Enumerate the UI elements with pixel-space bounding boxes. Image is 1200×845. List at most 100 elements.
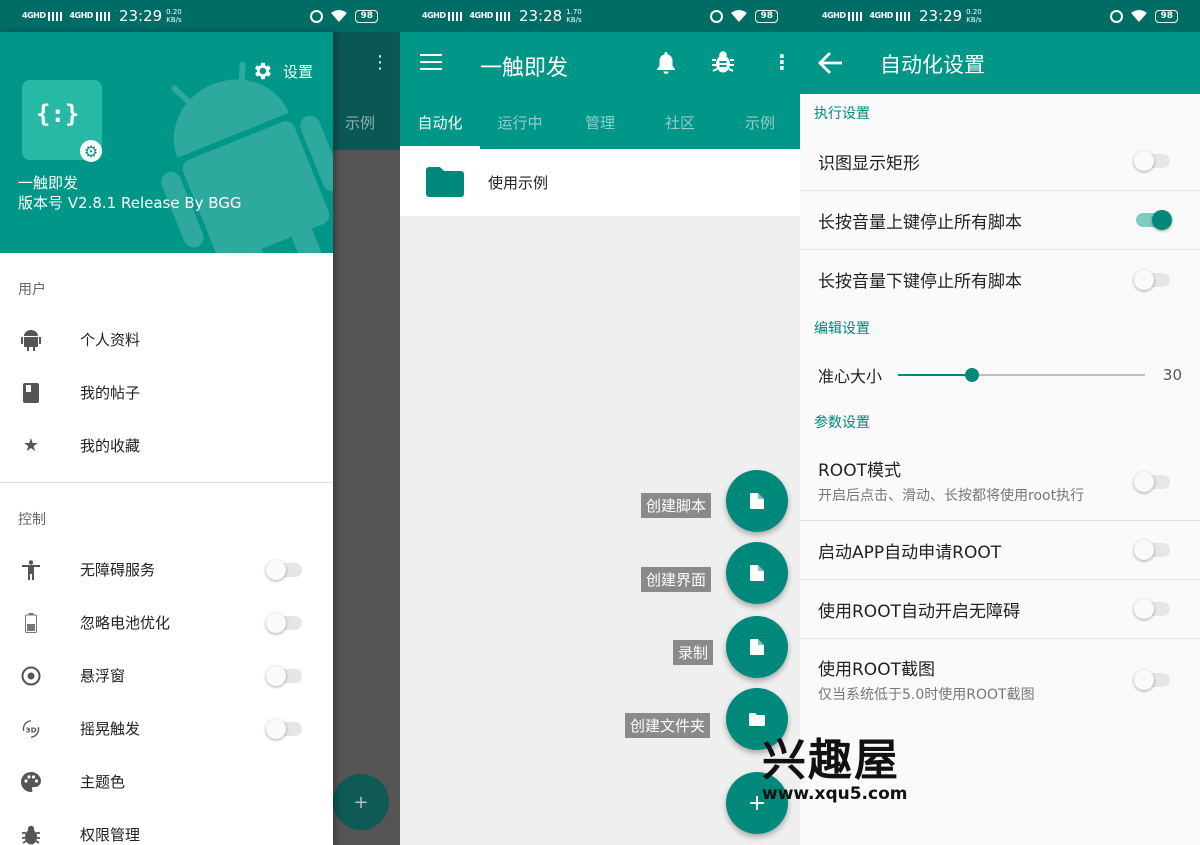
battery-level: 98 <box>755 9 778 23</box>
signal-icon <box>848 11 864 21</box>
shake-3d-icon: 3D <box>20 718 42 740</box>
watermark-title: 兴趣屋 <box>762 735 900 786</box>
root-screenshot-toggle[interactable] <box>1134 670 1170 690</box>
record-button[interactable] <box>726 616 788 678</box>
drawer-item-label: 个人资料 <box>80 331 141 349</box>
drawer-panel: 4GHD 4GHD 23:29 0.20 KB/s 98 ⋮ 示例 + {:} … <box>0 0 400 845</box>
battery-toggle[interactable] <box>266 612 302 633</box>
wifi-icon <box>1131 10 1148 22</box>
signal-icon <box>95 11 111 21</box>
folder-icon <box>426 167 464 197</box>
section-user-title: 用户 <box>18 282 46 298</box>
setting-show-rect[interactable]: 识图显示矩形 <box>800 132 1200 191</box>
crosshair-size-setting: 准心大小 30 <box>800 347 1200 403</box>
drawer-item-profile[interactable]: 个人资料 <box>0 313 333 366</box>
record-label: 录制 <box>673 640 714 665</box>
status-bar: 4GHD 4GHD 23:28 1.70 KB/s 98 <box>400 0 800 32</box>
drawer-item-battery[interactable]: 忽略电池优化 <box>0 596 333 649</box>
drawer-item-posts[interactable]: 我的帖子 <box>0 366 333 419</box>
automation-panel: 4GHD 4GHD 23:28 1.70 KB/s 98 一触即发 ⋮ 自动化 运… <box>400 0 800 845</box>
setting-auto-request-root[interactable]: 启动APP自动申请ROOT <box>800 521 1200 580</box>
palette-icon <box>20 771 42 793</box>
setting-volume-down-stop[interactable]: 长按音量下键停止所有脚本 <box>800 250 1200 309</box>
signal-icon <box>895 11 911 21</box>
automation-settings-panel: 4GHD 4GHD 23:29 0.20 KB/s 98 自动化设置 执行设置 识… <box>800 0 1200 845</box>
drawer-item-label: 无障碍服务 <box>80 561 156 579</box>
book-icon <box>20 382 42 404</box>
create-ui-button[interactable] <box>726 542 788 604</box>
alarm-icon <box>310 9 324 23</box>
volume-up-stop-toggle[interactable] <box>1136 210 1172 230</box>
create-script-button[interactable] <box>726 470 788 532</box>
more-icon[interactable]: ⋮ <box>772 50 792 74</box>
logo-gear-icon: ⚙ <box>80 140 102 162</box>
signal-label: 4GHD <box>869 11 893 20</box>
slider-thumb[interactable] <box>965 368 980 382</box>
net-speed: 1.70 KB/s <box>566 8 582 24</box>
settings-label: 设置 <box>283 62 314 81</box>
param-section-title: 参数设置 <box>814 415 870 431</box>
drawer-item-label: 忽略电池优化 <box>80 614 171 632</box>
tab-community[interactable]: 社区 <box>640 104 720 149</box>
tab-examples[interactable]: 示例 <box>720 104 800 149</box>
accessibility-toggle[interactable] <box>266 559 302 580</box>
drawer-item-theme[interactable]: 主题色 <box>0 755 333 808</box>
create-folder-label: 创建文件夹 <box>625 713 711 738</box>
setting-root-accessibility[interactable]: 使用ROOT自动开启无障碍 <box>800 580 1200 639</box>
shake-toggle[interactable] <box>266 718 302 739</box>
net-speed: 0.20 KB/s <box>166 8 182 24</box>
bug-icon[interactable] <box>712 50 734 74</box>
gear-icon <box>255 62 271 80</box>
drawer-header: {:} ⚙ 设置 一触即发 版本号 V2.8.1 Release By BGG <box>0 32 333 253</box>
crosshair-slider[interactable] <box>898 368 1145 382</box>
drawer-item-label: 摇晃触发 <box>80 720 141 738</box>
root-mode-toggle[interactable] <box>1134 472 1170 492</box>
root-accessibility-toggle[interactable] <box>1134 599 1170 619</box>
underlying-screen: ⋮ 示例 + <box>333 32 400 845</box>
wifi-icon <box>731 10 748 22</box>
navigation-drawer: {:} ⚙ 设置 一触即发 版本号 V2.8.1 Release By BGG … <box>0 32 333 845</box>
status-time: 23:28 <box>518 7 563 25</box>
show-rect-toggle[interactable] <box>1134 151 1170 171</box>
file-icon <box>750 565 764 581</box>
screenshot-stage: 4GHD 4GHD 23:29 0.20 KB/s 98 ⋮ 示例 + {:} … <box>0 0 1200 845</box>
drawer-item-favorites[interactable]: ★ 我的收藏 <box>0 419 333 472</box>
drawer-item-label: 主题色 <box>80 773 126 791</box>
settings-button[interactable]: 设置 <box>251 60 313 82</box>
status-time: 23:29 <box>118 7 163 25</box>
more-icon: ⋮ <box>371 52 389 73</box>
menu-icon[interactable] <box>420 54 442 70</box>
drawer-item-label: 我的帖子 <box>80 384 141 402</box>
status-bar: 4GHD 4GHD 23:29 0.20 KB/s 98 <box>800 0 1200 32</box>
signal-label: 4GHD <box>69 11 93 20</box>
app-bar: 一触即发 ⋮ 自动化 运行中 管理 社区 示例 <box>400 32 800 149</box>
divider <box>0 482 333 483</box>
tab-automation[interactable]: 自动化 <box>400 104 480 149</box>
drawer-item-shake[interactable]: 3D 摇晃触发 <box>0 702 333 755</box>
back-arrow-icon[interactable] <box>818 50 844 76</box>
drawer-item-permissions[interactable]: 权限管理 <box>0 808 333 845</box>
underlay-tab: 示例 <box>345 114 376 132</box>
tab-running[interactable]: 运行中 <box>480 104 560 149</box>
app-version: 版本号 V2.8.1 Release By BGG <box>18 194 242 212</box>
signal-label: 4GHD <box>22 11 46 20</box>
create-script-label: 创建脚本 <box>641 493 712 518</box>
file-icon <box>750 639 764 655</box>
drawer-item-floating-window[interactable]: 悬浮窗 <box>0 649 333 702</box>
setting-volume-up-stop[interactable]: 长按音量上键停止所有脚本 <box>800 191 1200 250</box>
floating-window-icon <box>20 665 42 687</box>
setting-root-mode[interactable]: ROOT模式 开启后点击、滑动、长按都将使用root执行 <box>800 441 1200 521</box>
tab-bar: 自动化 运行中 管理 社区 示例 <box>400 104 800 149</box>
file-icon <box>750 493 764 509</box>
floating-window-toggle[interactable] <box>266 665 302 686</box>
exec-section-title: 执行设置 <box>814 106 870 122</box>
tab-manage[interactable]: 管理 <box>560 104 640 149</box>
drawer-item-label: 悬浮窗 <box>80 667 126 685</box>
setting-root-screenshot[interactable]: 使用ROOT截图 仅当系统低于5.0时使用ROOT截图 <box>800 639 1200 719</box>
android-watermark-icon <box>161 62 333 253</box>
list-item[interactable]: 使用示例 <box>400 149 800 216</box>
auto-request-root-toggle[interactable] <box>1134 540 1170 560</box>
volume-down-stop-toggle[interactable] <box>1134 269 1170 290</box>
drawer-item-accessibility[interactable]: 无障碍服务 <box>0 543 333 596</box>
bell-icon[interactable] <box>656 52 676 79</box>
